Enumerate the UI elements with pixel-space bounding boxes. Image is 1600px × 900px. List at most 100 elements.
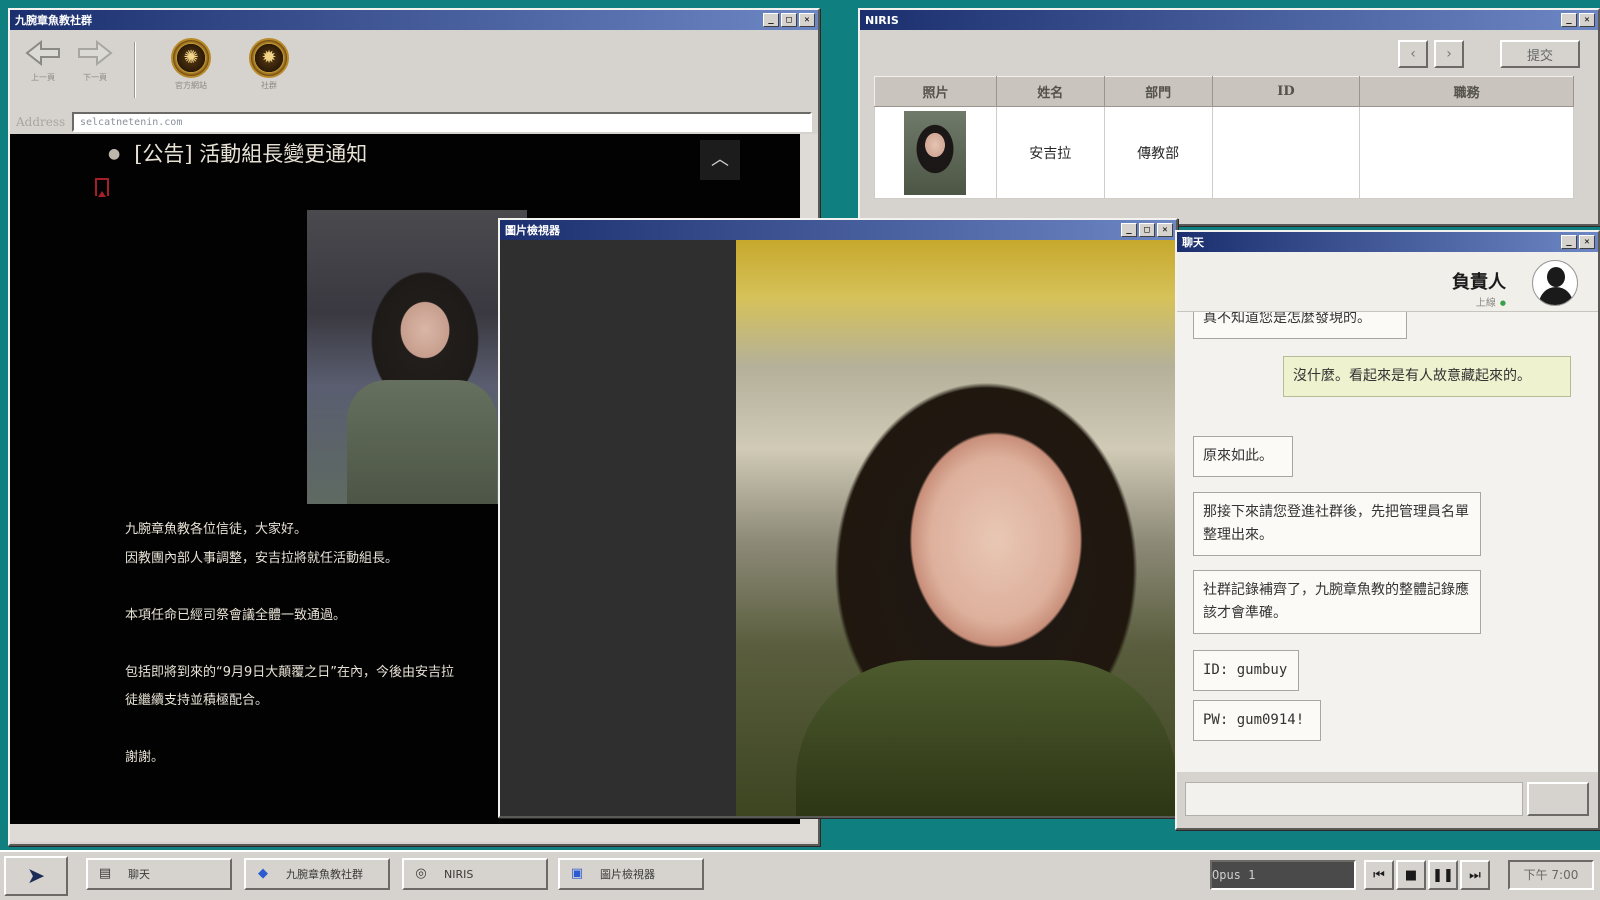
octopus-logo-icon: ➤	[26, 863, 46, 889]
column-header: 部門	[1103, 76, 1213, 107]
back-arrow-icon	[25, 39, 60, 67]
taskbar-item-label: 圖片檢視器	[600, 868, 655, 881]
stop-button[interactable]: ■	[1396, 860, 1426, 890]
personnel-table: 照片 姓名 部門 ID 職務 安吉拉 傳教部	[874, 76, 1574, 199]
taskbar: ➤ ▤ 聊天 ◆ 九腕章魚教社群 ◎ NIRIS ▣ 圖片檢視器 Opus 1 …	[0, 850, 1600, 900]
chevron-left-icon: ‹	[1410, 46, 1416, 62]
taskbar-item-chat[interactable]: ▤ 聊天	[86, 858, 232, 890]
chat-message-received: 原來如此。	[1193, 436, 1293, 477]
community-link[interactable]: ✹ 社群	[242, 38, 296, 102]
chat-header: 負責人 上線	[1177, 252, 1598, 312]
chat-message-sent: 沒什麼。看起來是有人故意藏起來的。	[1283, 356, 1571, 397]
close-button[interactable]: ✕	[1579, 13, 1595, 27]
table-row[interactable]: 安吉拉 傳教部	[874, 106, 1574, 199]
niris-titlebar[interactable]: NIRIS _ ✕	[860, 10, 1598, 30]
back-label: 上一頁	[31, 73, 55, 82]
contact-name: 負責人	[1452, 272, 1506, 293]
close-button[interactable]: ✕	[1157, 223, 1173, 237]
column-header: 姓名	[995, 76, 1105, 107]
photo-cell	[874, 106, 997, 199]
octopus-emblem-icon: ✺	[171, 38, 211, 78]
start-button[interactable]: ➤	[4, 856, 68, 896]
post-line: 本項任命已經司祭會議全體一致通過。	[125, 608, 347, 623]
address-input[interactable]: selcatnetenin.com	[72, 112, 812, 132]
chat-title: 聊天	[1182, 236, 1204, 249]
horizontal-scrollbar[interactable]	[10, 824, 818, 842]
bookmark-icon[interactable]	[95, 178, 109, 197]
column-header: 照片	[874, 76, 997, 107]
minimize-button[interactable]: _	[763, 13, 779, 27]
chat-message-received: 真不知道您是怎麼發現的。	[1193, 312, 1407, 339]
community-label: 社群	[261, 81, 277, 90]
chat-input-row	[1177, 772, 1598, 828]
pause-button[interactable]: ❚❚	[1428, 860, 1458, 890]
viewer-title: 圖片檢視器	[505, 224, 560, 237]
browser-toolbar: 上一頁 下一頁 ✺ 官方網站 ✹ 社群	[10, 30, 818, 110]
niris-window: NIRIS _ ✕ ‹ › 提交 照片 姓名 部門 ID 職務 安吉拉 傳教部	[858, 8, 1600, 226]
taskbar-item-label: 聊天	[128, 868, 150, 881]
next-page-button[interactable]: ›	[1434, 40, 1464, 68]
chat-message-received: PW: gum0914!	[1193, 700, 1321, 741]
official-site-label: 官方網站	[175, 81, 207, 90]
taskbar-item-label: 九腕章魚教社群	[286, 868, 363, 881]
name-cell: 安吉拉	[995, 106, 1105, 199]
chat-titlebar[interactable]: 聊天 _ ✕	[1177, 232, 1598, 252]
chevron-right-icon: ›	[1446, 46, 1452, 62]
taskbar-item-image-viewer[interactable]: ▣ 圖片檢視器	[558, 858, 704, 890]
chat-message-received: ID: gumbuy	[1193, 650, 1299, 691]
column-header: 職務	[1359, 76, 1574, 107]
maximize-button[interactable]: □	[1139, 223, 1155, 237]
official-site-link[interactable]: ✺ 官方網站	[164, 38, 218, 102]
post-line: 九腕章魚教各位信徒，大家好。	[125, 522, 308, 537]
department-cell: 傳教部	[1103, 106, 1213, 199]
previous-track-button[interactable]: ⏮	[1364, 860, 1394, 890]
submit-button[interactable]: 提交	[1500, 40, 1580, 68]
taskbar-item-browser[interactable]: ◆ 九腕章魚教社群	[244, 858, 390, 890]
chat-log[interactable]: 真不知道您是怎麼發現的。 沒什麼。看起來是有人故意藏起來的。 原來如此。 那接下…	[1177, 312, 1598, 772]
table-header-row: 照片 姓名 部門 ID 職務	[874, 76, 1574, 107]
browser-titlebar[interactable]: 九腕章魚教社群 _ □ ✕	[10, 10, 818, 30]
globe-icon: ◆	[258, 866, 268, 881]
post-line: 包括即將到來的“9月9日大顛覆之日”在內，今後由安吉拉	[125, 665, 455, 680]
chat-message-received: 社群記錄補齊了，九腕章魚教的整體記錄應該才會準確。	[1193, 570, 1481, 634]
image-viewer-window: 圖片檢視器 _ □ ✕	[498, 218, 1178, 818]
pause-icon: ❚❚	[1432, 867, 1454, 883]
scroll-to-top-button[interactable]: ︿	[700, 140, 740, 180]
column-header: ID	[1211, 76, 1361, 107]
post-title: [公告] 活動組長變更通知	[134, 142, 368, 166]
chat-message-input[interactable]	[1185, 782, 1523, 816]
back-button[interactable]: 上一頁	[16, 39, 70, 104]
close-button[interactable]: ✕	[799, 13, 815, 27]
close-button[interactable]: ✕	[1579, 235, 1595, 249]
maximize-button[interactable]: □	[781, 13, 797, 27]
community-emblem-icon: ✹	[249, 38, 289, 78]
viewer-photo	[736, 240, 1176, 816]
contact-status: 上線	[1476, 294, 1506, 309]
viewer-titlebar[interactable]: 圖片檢視器 _ □ ✕	[500, 220, 1176, 240]
member-photo	[904, 110, 967, 195]
post-title-row: ● [公告] 活動組長變更通知	[108, 138, 367, 168]
taskbar-item-niris[interactable]: ◎ NIRIS	[402, 858, 548, 890]
badge-icon: ◎	[415, 866, 427, 881]
chat-message-received: 那接下來請您登進社群後，先把管理員名單整理出來。	[1193, 492, 1481, 556]
bullet-icon: ●	[108, 146, 121, 162]
minimize-button[interactable]: _	[1561, 13, 1577, 27]
post-line: 因教團內部人事調整，安吉拉將就任活動組長。	[125, 551, 399, 566]
minimize-button[interactable]: _	[1121, 223, 1137, 237]
send-button[interactable]	[1527, 782, 1589, 816]
minimize-button[interactable]: _	[1561, 235, 1577, 249]
prev-page-button[interactable]: ‹	[1398, 40, 1428, 68]
media-track-readout: Opus 1	[1210, 860, 1356, 890]
id-cell	[1211, 106, 1361, 199]
browser-title: 九腕章魚教社群	[15, 14, 92, 27]
image-icon: ▣	[570, 866, 584, 881]
post-photo	[307, 210, 527, 504]
role-cell	[1359, 106, 1574, 199]
chat-icon: ▤	[98, 866, 112, 881]
next-track-button[interactable]: ⏭	[1460, 860, 1490, 890]
forward-button[interactable]: 下一頁	[68, 39, 122, 104]
address-label: Address	[16, 115, 66, 129]
system-clock: 下午 7:00	[1508, 860, 1594, 890]
toolbar-divider	[134, 42, 136, 98]
avatar	[1532, 260, 1578, 306]
